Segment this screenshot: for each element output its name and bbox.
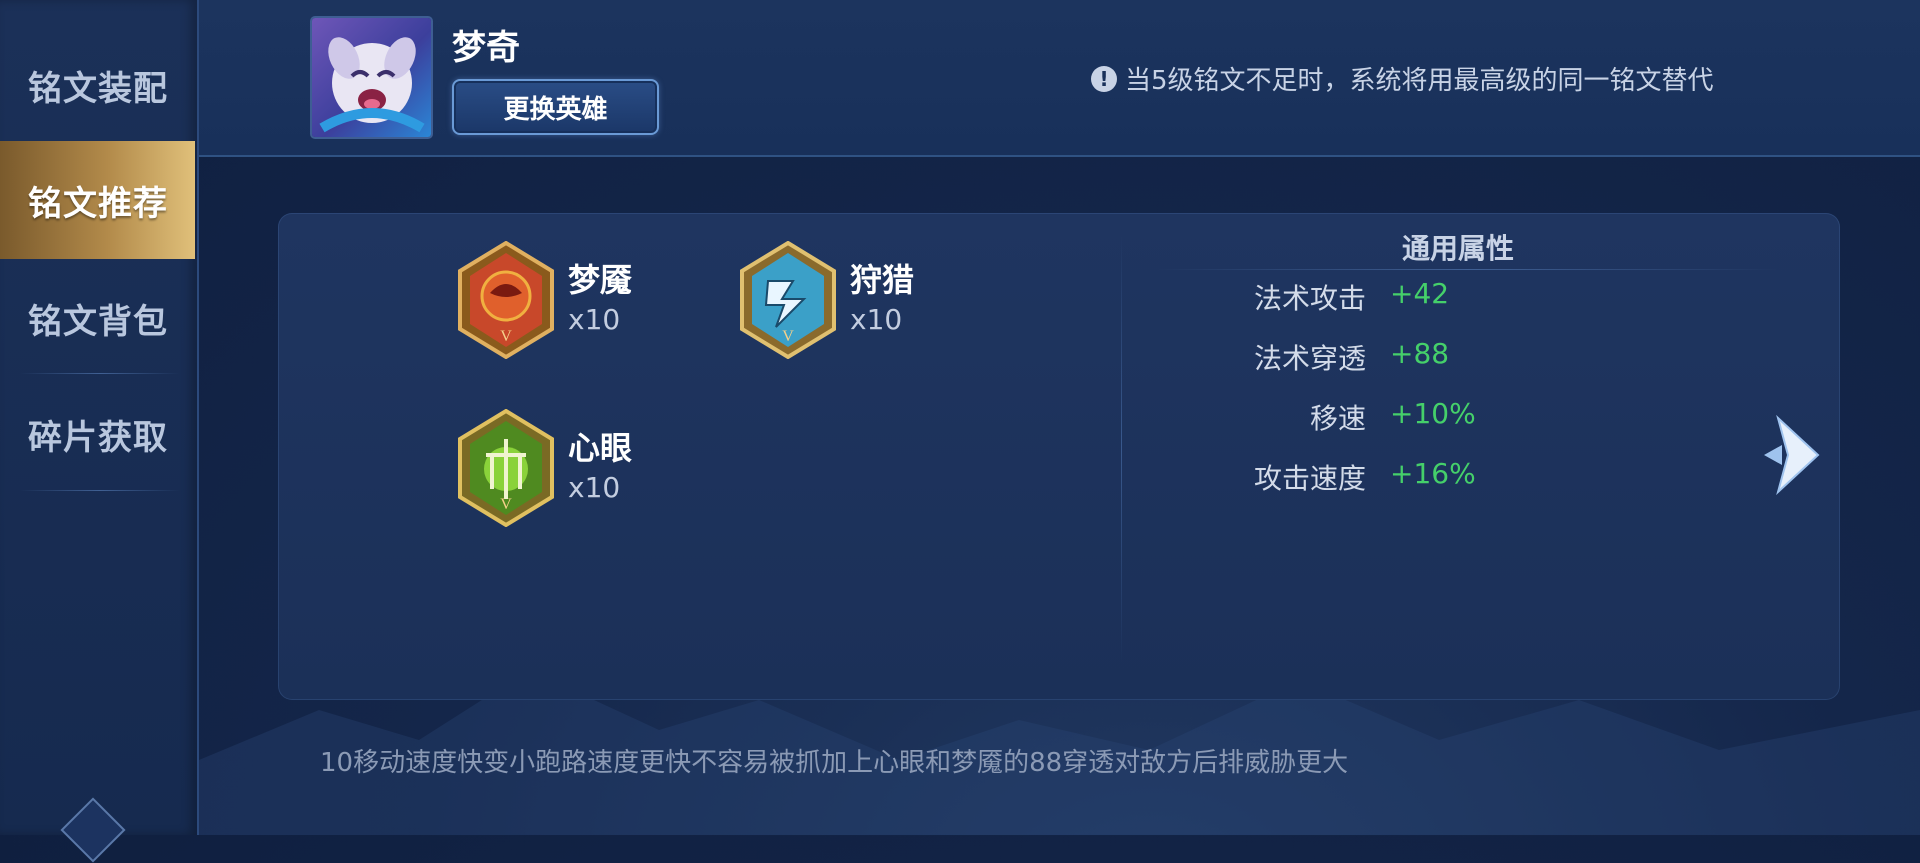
- rune-count: x10: [568, 303, 621, 336]
- stat-row: 法术攻击 +42: [1128, 277, 1728, 317]
- mind-eye-rune-icon: V: [458, 409, 554, 527]
- stat-value: +16%: [1390, 457, 1476, 490]
- notice: ! 当5级铭文不足时，系统将用最高级的同一铭文替代: [1091, 60, 1714, 97]
- notice-text: 当5级铭文不足时，系统将用最高级的同一铭文替代: [1125, 66, 1714, 96]
- sidebar-item-rune-bag[interactable]: 铭文背包: [0, 259, 195, 377]
- stat-label: 法术穿透: [1253, 342, 1366, 375]
- sidebar-item-rune-equip[interactable]: 铭文装配: [0, 26, 195, 144]
- sidebar-item-label: 铭文装配: [28, 68, 168, 109]
- sidebar-item-label: 铭文背包: [28, 301, 168, 342]
- stat-row: 攻击速度 +16%: [1128, 457, 1728, 497]
- stats-title-divider: [1158, 269, 1778, 270]
- hero-avatar[interactable]: [312, 18, 431, 137]
- warning-icon: !: [1091, 65, 1117, 92]
- change-hero-button[interactable]: 更换英雄: [452, 79, 659, 135]
- change-hero-label: 更换英雄: [503, 94, 608, 125]
- sidebar: 铭文装配 铭文推荐 铭文背包 碎片获取: [0, 0, 199, 863]
- stat-label: 攻击速度: [1253, 462, 1366, 495]
- sidebar-item-fragment-obtain[interactable]: 碎片获取: [0, 375, 195, 493]
- rune-recommend-panel: V 梦魇 x10 V 狩猎 x10 V 心眼 x10 通用属性 法术攻击 +42: [278, 213, 1840, 700]
- stat-value: +88: [1390, 337, 1450, 370]
- hero-name: 梦奇: [452, 28, 520, 68]
- chevron-right-icon[interactable]: [1760, 410, 1830, 500]
- stat-label: 移速: [1309, 402, 1366, 435]
- sidebar-item-label: 碎片获取: [28, 417, 168, 458]
- rune-item-hunt[interactable]: V 狩猎 x10: [738, 241, 1058, 361]
- recommend-description: 10移动速度快变小跑路速度更快不容易被抓加上心眼和梦魇的88穿透对敌方后排威胁更…: [320, 748, 1349, 778]
- stat-value: +10%: [1390, 397, 1476, 430]
- rune-count: x10: [850, 303, 903, 336]
- rune-item-nightmare[interactable]: V 梦魇 x10: [456, 241, 776, 361]
- sidebar-item-rune-recommend[interactable]: 铭文推荐: [0, 141, 195, 259]
- rune-name: 梦魇: [568, 261, 633, 299]
- svg-text:V: V: [782, 328, 794, 345]
- rune-item-mind-eye[interactable]: V 心眼 x10: [456, 409, 776, 529]
- svg-text:V: V: [500, 496, 512, 513]
- rune-count: x10: [568, 471, 621, 504]
- stats-title: 通用属性: [1401, 232, 1514, 265]
- stat-row: 法术穿透 +88: [1128, 337, 1728, 377]
- sidebar-item-label: 铭文推荐: [28, 183, 168, 224]
- sidebar-divider: [20, 490, 180, 491]
- rune-name: 心眼: [568, 429, 633, 467]
- panel-divider: [1121, 233, 1122, 663]
- scroll-up-icon[interactable]: [60, 797, 126, 863]
- stat-row: 移速 +10%: [1128, 397, 1728, 437]
- hero-portrait-icon: [319, 37, 425, 133]
- nightmare-rune-icon: V: [458, 241, 554, 359]
- stat-value: +42: [1390, 277, 1450, 310]
- header: 梦奇 更换英雄 ! 当5级铭文不足时，系统将用最高级的同一铭文替代: [199, 0, 1920, 157]
- stat-label: 法术攻击: [1253, 282, 1366, 315]
- rune-name: 狩猎: [850, 261, 915, 299]
- hunt-rune-icon: V: [740, 241, 836, 359]
- sidebar-divider: [20, 373, 180, 374]
- svg-text:V: V: [500, 328, 512, 345]
